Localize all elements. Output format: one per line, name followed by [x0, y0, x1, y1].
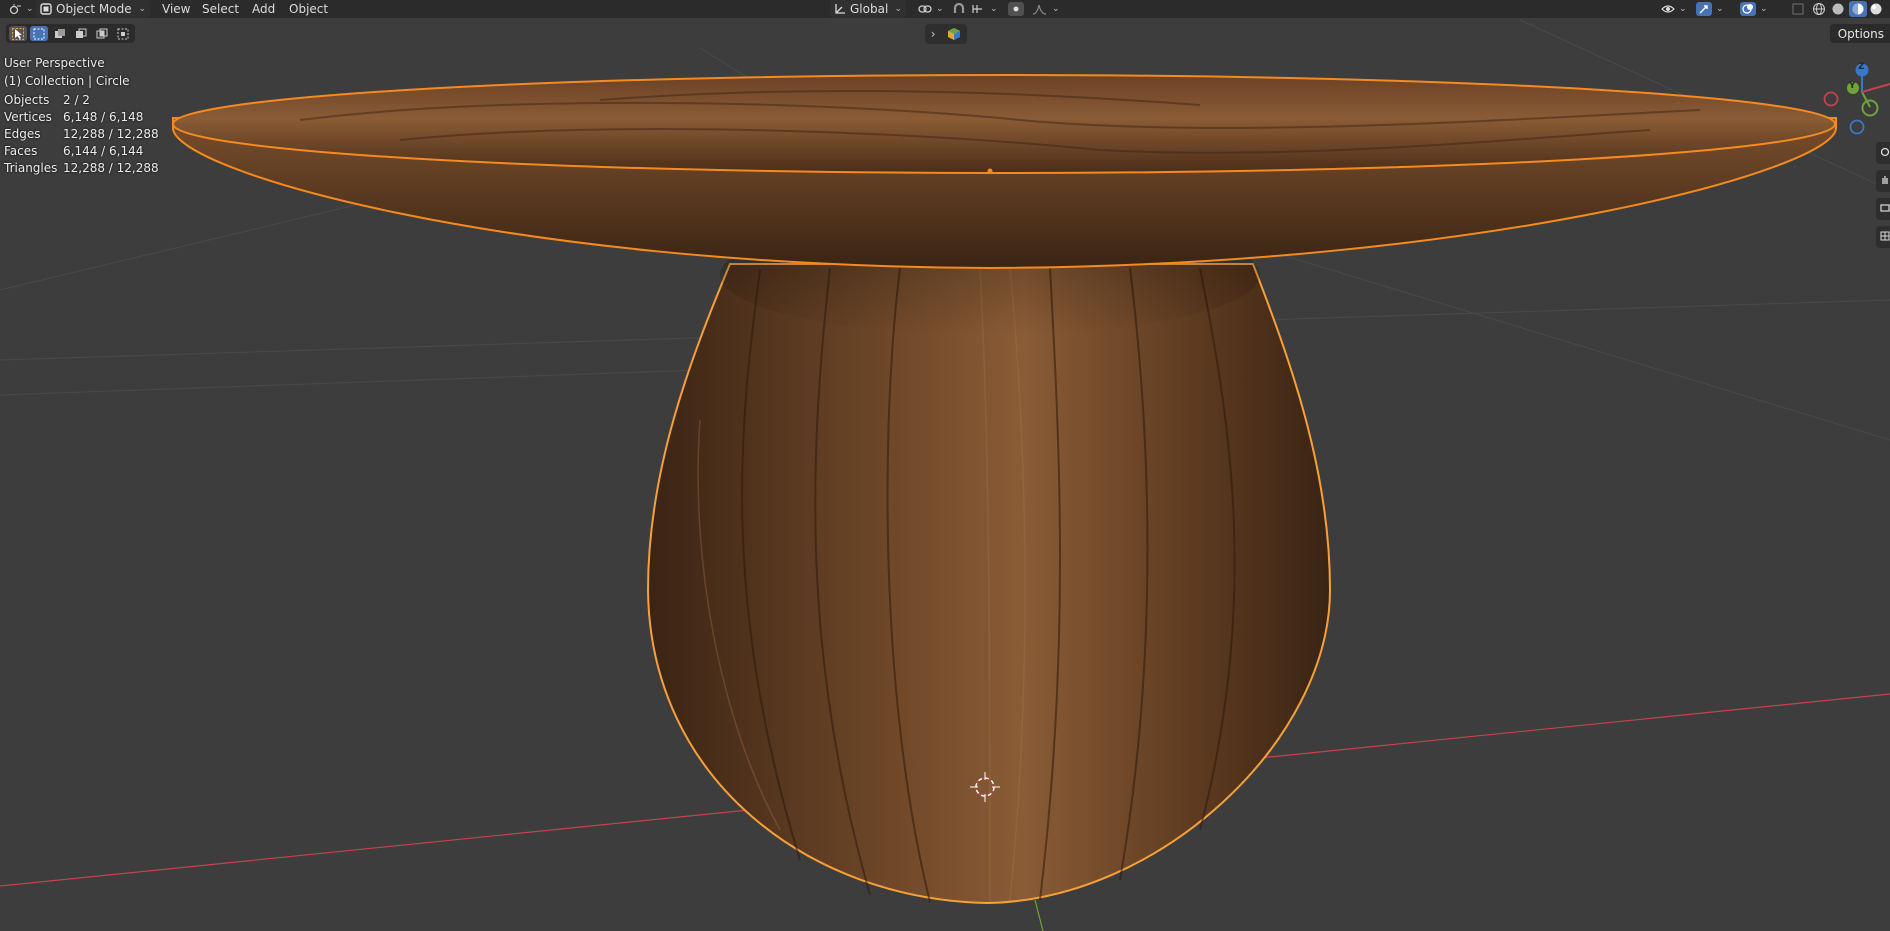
- stat-value: 6,148 / 6,148: [63, 109, 144, 124]
- gizmo-z-label[interactable]: Z: [1858, 62, 1865, 72]
- stat-value: 12,288 / 12,288: [63, 160, 159, 175]
- mode-dropdown[interactable]: Object Mode ⌄: [36, 0, 150, 18]
- object-data-icon: [947, 27, 961, 41]
- box-intersect-icon: [117, 28, 129, 40]
- magnifier-icon: [1876, 142, 1890, 157]
- gizmo-toggle[interactable]: ⌄: [1692, 0, 1728, 18]
- menu-object[interactable]: Object: [285, 0, 332, 18]
- box-invert-icon: [96, 28, 108, 40]
- navigation-tools: [1876, 142, 1890, 248]
- menu-add[interactable]: Add: [248, 0, 279, 18]
- visibility-dropdown[interactable]: ⌄: [1657, 0, 1691, 18]
- select-box-invert-button[interactable]: [93, 26, 111, 41]
- proportional-falloff-dropdown[interactable]: ⌄: [1028, 0, 1064, 18]
- transform-orientation-dropdown[interactable]: Global ⌄: [830, 0, 906, 18]
- cursor-arrow-icon: [12, 27, 24, 40]
- hand-icon: [1876, 170, 1890, 185]
- link-icon: [918, 3, 932, 15]
- editor-type-icon: [8, 3, 22, 15]
- select-box-extend-button[interactable]: [51, 26, 69, 41]
- scene-render: [0, 19, 1890, 931]
- viewport-header: ⌄ Object Mode ⌄ View Select Add Object G…: [0, 0, 1890, 18]
- collection-label: (1) Collection | Circle: [4, 74, 130, 88]
- proportional-edit-toggle[interactable]: [1004, 0, 1028, 18]
- ortho-toggle-button[interactable]: [1876, 226, 1890, 248]
- select-box-intersect-button[interactable]: [114, 26, 132, 41]
- stat-row-objects: Objects 2 / 2: [4, 91, 159, 108]
- magnet-icon: [952, 3, 966, 15]
- chevron-down-icon: ⌄: [1716, 4, 1724, 14]
- snap-target-dropdown[interactable]: ⌄: [968, 0, 1002, 18]
- chevron-down-icon: ⌄: [1052, 4, 1060, 14]
- xray-toggle[interactable]: [1788, 0, 1808, 18]
- wireframe-sphere-icon: [1812, 2, 1826, 16]
- falloff-curve-icon: [1032, 3, 1048, 15]
- box-select-icon: [33, 28, 45, 40]
- orientation-axes-icon: [834, 3, 846, 15]
- object-origin: [987, 168, 993, 174]
- gizmo-y-label[interactable]: Y: [1849, 81, 1856, 91]
- chevron-down-icon: ⌄: [1760, 4, 1768, 14]
- select-box-subtract-button[interactable]: [72, 26, 90, 41]
- gizmo-icon: [1696, 2, 1712, 16]
- chevron-down-icon: ⌄: [936, 4, 944, 14]
- stat-key: Faces: [4, 143, 38, 158]
- select-box-new-button[interactable]: [30, 26, 48, 41]
- grid-icon: [1876, 226, 1890, 241]
- shading-rendered-button[interactable]: [1865, 0, 1887, 18]
- chevron-down-icon: ⌄: [990, 4, 998, 14]
- stat-row-faces: Faces 6,144 / 6,144: [4, 142, 159, 159]
- xray-icon: [1792, 3, 1804, 15]
- editor-type-button[interactable]: ⌄: [4, 0, 38, 18]
- stat-key: Triangles: [4, 160, 58, 175]
- snap-toggle[interactable]: [948, 0, 970, 18]
- stat-key: Vertices: [4, 109, 52, 124]
- eye-icon: [1661, 3, 1675, 15]
- object-mode-icon: [40, 3, 52, 15]
- stat-key: Edges: [4, 126, 41, 141]
- sidebar-toggle[interactable]: ›: [925, 24, 967, 44]
- perspective-label: User Perspective: [4, 56, 105, 70]
- chevron-down-icon: ⌄: [26, 4, 34, 14]
- chevron-down-icon: ⌄: [138, 4, 146, 14]
- chevron-down-icon: ⌄: [1679, 4, 1687, 14]
- orientation-label: Global: [850, 2, 889, 16]
- box-extend-icon: [54, 28, 66, 40]
- proportional-edit-icon: [1008, 2, 1024, 16]
- camera-view-button[interactable]: [1876, 198, 1890, 220]
- scene-statistics: Objects 2 / 2 Vertices 6,148 / 6,148 Edg…: [4, 91, 159, 176]
- overlays-icon: [1740, 2, 1756, 16]
- 3d-viewport[interactable]: Z Y › Options User Perspective (1) Colle…: [0, 18, 1890, 931]
- menu-view[interactable]: View: [158, 0, 194, 18]
- stat-value: 6,144 / 6,144: [63, 143, 144, 158]
- stat-row-edges: Edges 12,288 / 12,288: [4, 125, 159, 142]
- table-top-surface: [172, 74, 1836, 174]
- stat-row-vertices: Vertices 6,148 / 6,148: [4, 108, 159, 125]
- stat-key: Objects: [4, 92, 50, 107]
- camera-icon: [1876, 198, 1890, 213]
- menu-select[interactable]: Select: [198, 0, 243, 18]
- chevron-right-icon: ›: [930, 27, 936, 41]
- rendered-sphere-icon: [1869, 2, 1883, 16]
- snap-grid-icon: [972, 3, 986, 15]
- pan-button[interactable]: [1876, 170, 1890, 192]
- stat-value: 12,288 / 12,288: [63, 126, 159, 141]
- stat-value: 2 / 2: [63, 92, 90, 107]
- solid-sphere-icon: [1831, 2, 1845, 16]
- y-axis-line: [1034, 899, 1044, 931]
- box-subtract-icon: [75, 28, 87, 40]
- selection-tool-strip: [6, 24, 135, 43]
- chevron-down-icon: ⌄: [894, 4, 902, 14]
- stat-row-triangles: Triangles 12,288 / 12,288: [4, 159, 159, 176]
- select-tool-button[interactable]: [9, 26, 27, 41]
- pivot-point-dropdown[interactable]: ⌄: [914, 0, 948, 18]
- overlays-toggle[interactable]: ⌄: [1736, 0, 1772, 18]
- mode-label: Object Mode: [56, 2, 132, 16]
- options-button[interactable]: Options: [1829, 24, 1890, 43]
- zoom-button[interactable]: [1876, 142, 1890, 164]
